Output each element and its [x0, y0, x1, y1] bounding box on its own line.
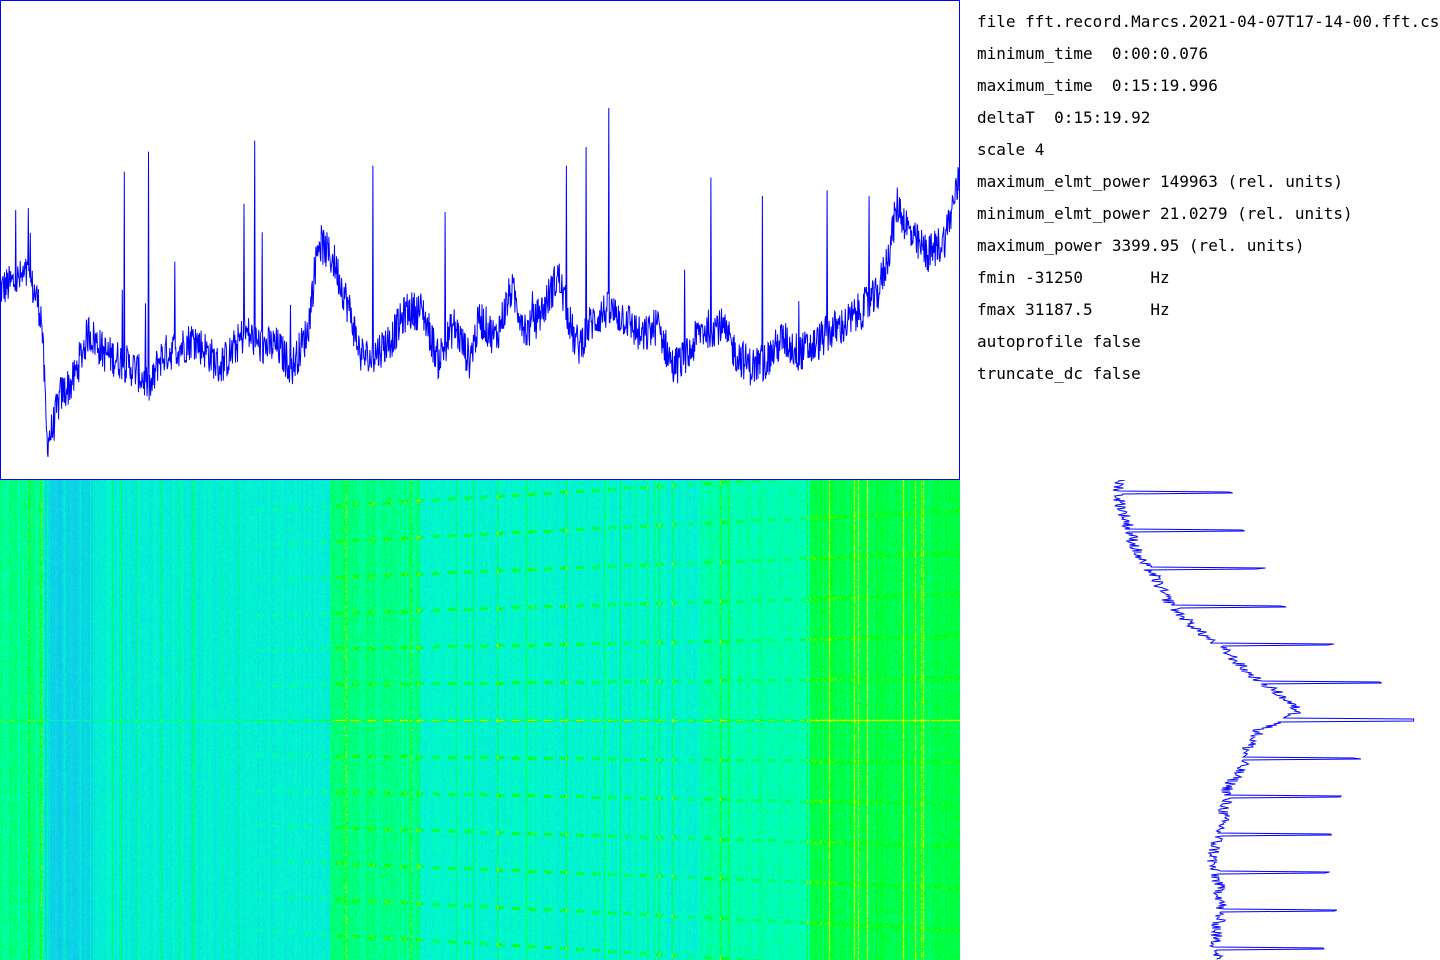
info-line: fmin -31250 Hz: [977, 268, 1170, 287]
info-line: scale 4: [977, 140, 1045, 159]
info-line: deltaT 0:15:19.92: [977, 108, 1151, 127]
frequency-profile-plot: [1112, 480, 1415, 960]
info-line: maximum_power 3399.95 (rel. units): [977, 236, 1305, 255]
frequency-profile-trace: [1112, 480, 1415, 960]
info-line: fmax 31187.5 Hz: [977, 300, 1170, 319]
spectrogram-heatmap: [0, 480, 960, 960]
info-line: maximum_elmt_power 149963 (rel. units): [977, 172, 1344, 191]
info-line: autoprofile false: [977, 332, 1141, 351]
info-line: maximum_time 0:15:19.996: [977, 76, 1218, 95]
info-line: file fft.record.Marcs.2021-04-07T17-14-0…: [977, 12, 1440, 31]
info-panel: file fft.record.Marcs.2021-04-07T17-14-0…: [977, 10, 1440, 470]
time-plot-frame: [0, 0, 960, 480]
info-line: minimum_time 0:00:0.076: [977, 44, 1209, 63]
info-line: truncate_dc false: [977, 364, 1141, 383]
time-series-plot: [0, 0, 960, 480]
info-line: minimum_elmt_power 21.0279 (rel. units): [977, 204, 1353, 223]
